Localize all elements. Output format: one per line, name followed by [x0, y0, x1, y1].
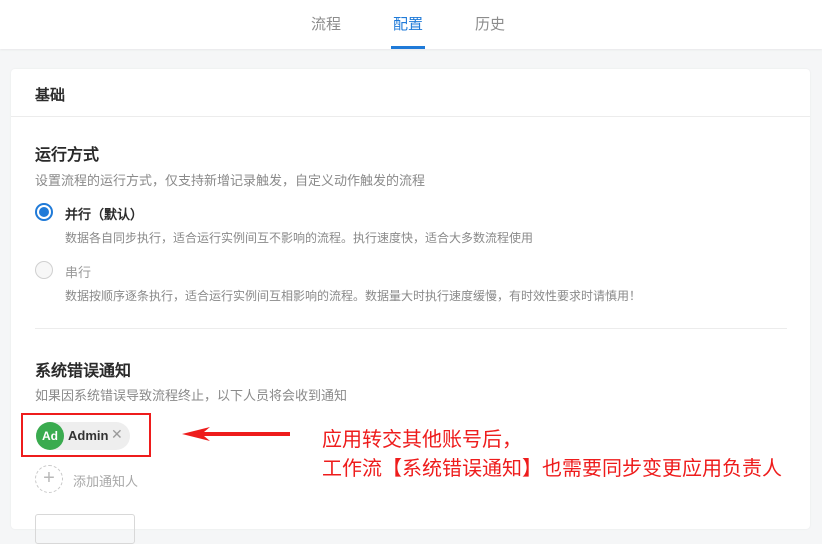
serial-desc: 数据按顺序逐条执行，适合运行实例间互相影响的流程。数据量大时执行速度缓慢，有时效… — [65, 289, 642, 303]
annotation-highlight-box — [21, 413, 151, 457]
parallel-label[interactable]: 并行（默认） — [65, 204, 143, 223]
annotation-text-line2: 工作流【系统错误通知】也需要同步变更应用负责人 — [322, 456, 782, 480]
add-notifier-label[interactable]: 添加通知人 — [73, 471, 138, 490]
error-notify-title: 系统错误通知 — [35, 363, 132, 380]
tab-flow[interactable]: 流程 — [311, 13, 341, 49]
annotation-text-line1: 应用转交其他账号后， — [322, 427, 522, 451]
serial-radio[interactable] — [35, 261, 53, 279]
section-divider — [35, 328, 787, 329]
top-tab-bar: 流程 配置 历史 — [0, 0, 822, 49]
tab-history[interactable]: 历史 — [475, 13, 505, 49]
run-mode-desc: 设置流程的运行方式，仅支持新增记录触发，自定义动作触发的流程 — [35, 173, 426, 188]
annotation-arrow-icon — [182, 427, 290, 441]
tab-config[interactable]: 配置 — [390, 13, 426, 49]
card-title: 基础 — [35, 87, 66, 104]
partial-button[interactable] — [35, 514, 135, 544]
card-header: 基础 — [11, 69, 810, 117]
parallel-desc: 数据各自同步执行，适合运行实例间互不影响的流程。执行速度快，适合大多数流程使用 — [65, 231, 534, 245]
add-notifier-icon[interactable]: + — [35, 465, 63, 493]
parallel-radio[interactable] — [35, 203, 53, 221]
run-mode-title: 运行方式 — [35, 147, 100, 164]
serial-label[interactable]: 串行 — [65, 262, 91, 281]
error-notify-desc: 如果因系统错误导致流程终止，以下人员将会收到通知 — [35, 388, 348, 403]
